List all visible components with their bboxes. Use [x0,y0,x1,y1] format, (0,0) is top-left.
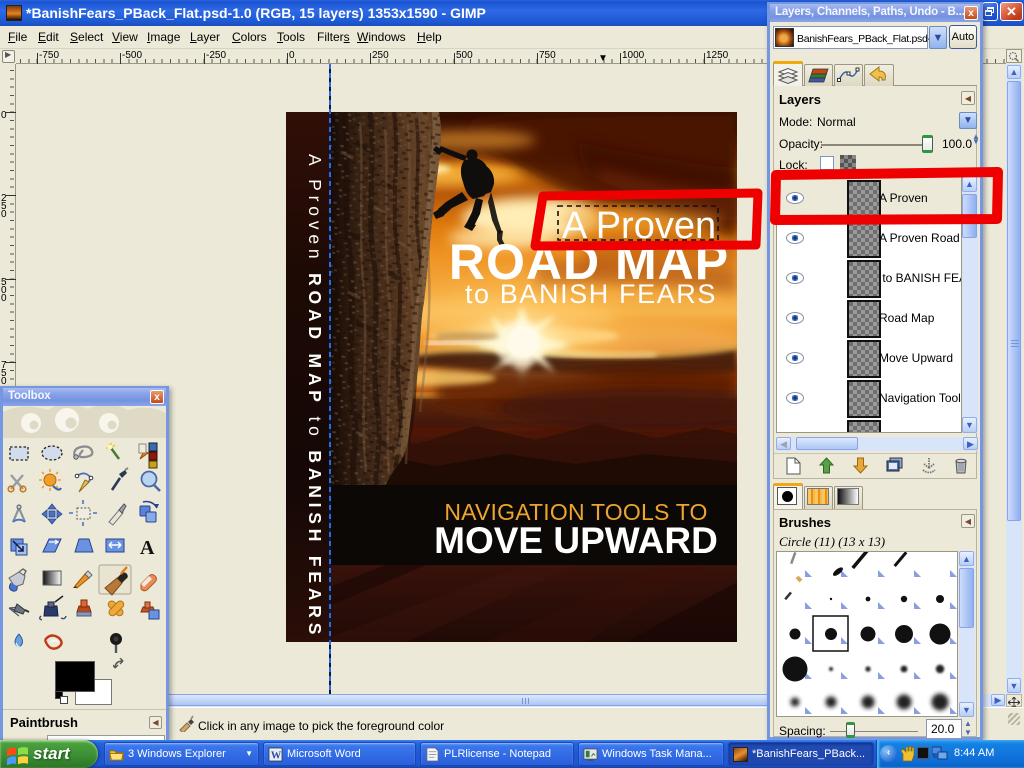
svg-text:A: A [140,537,155,559]
svg-text:W: W [271,750,282,761]
svg-text:A Proven ROAD MAP to BANISH FE: A Proven ROAD MAP to BANISH FEARS [305,154,325,639]
svg-text:MOVE UPWARD: MOVE UPWARD [434,520,718,561]
svg-text:to BANISH FEARS: to BANISH FEARS [465,279,717,309]
